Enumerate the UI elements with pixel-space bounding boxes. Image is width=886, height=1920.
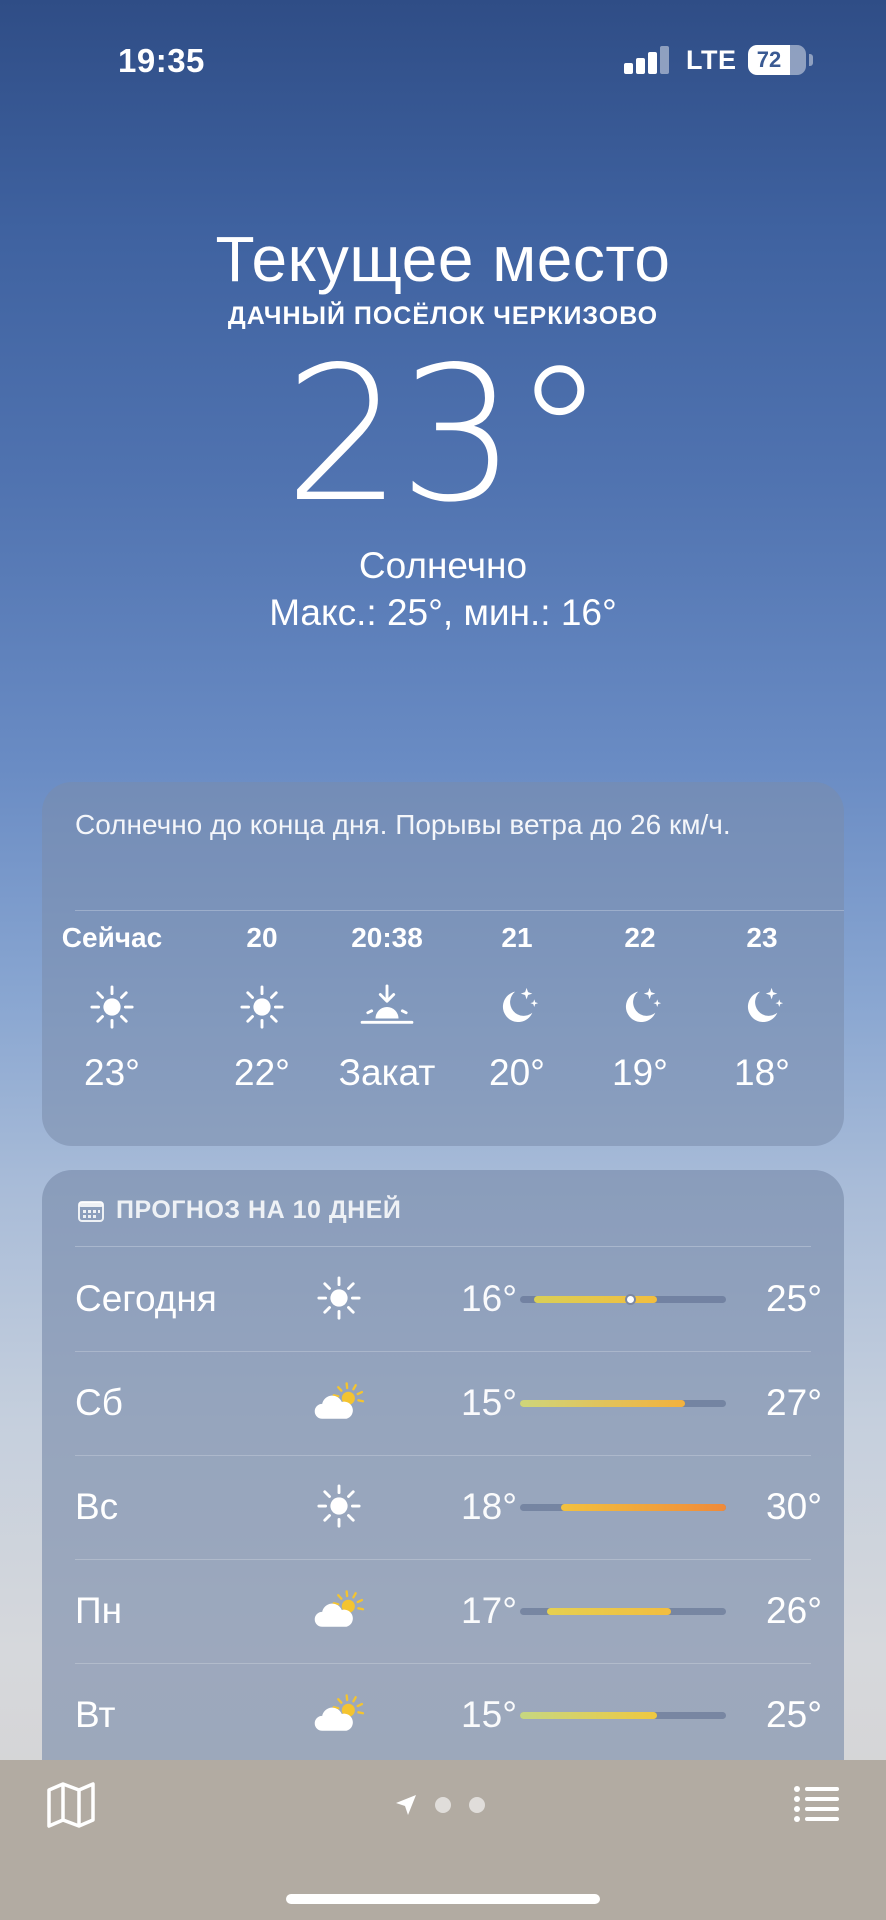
day-name: Вт [75, 1694, 116, 1735]
daily-divider [75, 1246, 811, 1247]
page-dot[interactable] [435, 1797, 451, 1813]
temp-range-bar [547, 1608, 672, 1615]
temp-range-track [520, 1294, 726, 1305]
daily-row[interactable]: Пн 17° 26° [42, 1560, 844, 1664]
day-max-temp: 30° [766, 1486, 822, 1527]
temp-range-track [520, 1400, 726, 1407]
sun-icon [307, 1476, 371, 1536]
moon-stars-icon [457, 972, 577, 1042]
hourly-time: Сейчас [61, 922, 163, 953]
temp-range-track [520, 1712, 726, 1719]
current-temperature: 23° [284, 326, 606, 543]
day-max-temp: 25° [766, 1278, 822, 1319]
network-type: LTE [686, 45, 737, 75]
day-name: Вс [75, 1486, 119, 1527]
hourly-item: Сейчас 23° [52, 922, 172, 1094]
cellular-signal-icon [624, 46, 670, 74]
battery-nub [809, 54, 813, 66]
sun-icon [307, 1268, 371, 1328]
partly-cloudy-icon [307, 1372, 371, 1432]
hourly-time: 22 [624, 922, 656, 953]
temp-range-bar [520, 1400, 685, 1407]
hourly-item: 20:38 Закат [327, 922, 447, 1094]
daily-row[interactable]: Вт 15° 25° [42, 1664, 844, 1760]
temp-range-bar [520, 1712, 658, 1719]
day-max-temp: 26° [766, 1590, 822, 1631]
map-icon[interactable] [46, 1782, 96, 1828]
hourly-forecast-card[interactable]: Солнечно до конца дня. Порывы ветра до 2… [42, 782, 844, 1146]
sunset-icon [327, 972, 447, 1042]
day-max-temp: 25° [766, 1694, 822, 1735]
battery-icon: 72 [748, 45, 806, 75]
temp-range-bar [561, 1504, 726, 1511]
day-name: Сегодня [75, 1278, 217, 1319]
status-time: 19:35 [118, 42, 205, 79]
temp-range-bar [533, 1296, 658, 1303]
hourly-time: 23 [746, 922, 778, 953]
daily-row[interactable]: Сегодня 16° 25° [42, 1248, 844, 1352]
page-dot[interactable] [469, 1797, 485, 1813]
current-condition: Солнечно [358, 545, 528, 586]
sun-icon [202, 972, 322, 1042]
hourly-divider [75, 910, 844, 911]
hourly-item: 21 20° [457, 922, 577, 1094]
current-temp-marker [624, 1294, 636, 1305]
hourly-time: 21 [501, 922, 533, 953]
daily-header-label: ПРОГНОЗ НА 10 ДНЕЙ [116, 1196, 402, 1224]
daily-row[interactable]: Сб 15° 27° [42, 1352, 844, 1456]
temp-range-track [520, 1608, 726, 1615]
status-bar: 19:35 LTE 72 [0, 0, 886, 120]
hourly-temp: 23° [84, 1052, 140, 1093]
hourly-item: 23 18° [702, 922, 822, 1094]
day-min-temp: 18° [461, 1486, 517, 1527]
hourly-temp: 20° [489, 1052, 545, 1093]
day-name: Сб [75, 1382, 123, 1423]
day-name: Пн [75, 1590, 123, 1631]
day-max-temp: 27° [766, 1382, 822, 1423]
home-indicator[interactable] [286, 1894, 600, 1904]
location-arrow-icon[interactable] [395, 1794, 417, 1816]
daily-header: ПРОГНОЗ НА 10 ДНЕЙ [78, 1196, 401, 1225]
day-min-temp: 16° [461, 1278, 517, 1319]
partly-cloudy-icon [307, 1684, 371, 1744]
daily-forecast-card[interactable]: ПРОГНОЗ НА 10 ДНЕЙ Сегодня 16° 25° Сб 15… [42, 1170, 844, 1760]
hourly-temp: 22° [234, 1052, 290, 1093]
day-min-temp: 17° [461, 1590, 517, 1631]
bottom-toolbar [0, 1760, 886, 1920]
hourly-time: 20 [246, 922, 278, 953]
hourly-item: 20 22° [202, 922, 322, 1094]
daily-row[interactable]: Вс 18° 30° [42, 1456, 844, 1560]
hourly-item: 22 19° [580, 922, 700, 1094]
hourly-temp: Закат [338, 1052, 436, 1093]
battery-percent: 72 [756, 47, 782, 72]
sun-icon [52, 972, 172, 1042]
page-indicator[interactable] [395, 1794, 485, 1816]
partly-cloudy-icon [307, 1580, 371, 1640]
moon-stars-icon [580, 972, 700, 1042]
calendar-icon [78, 1200, 104, 1222]
location-title: Текущее место [215, 223, 671, 295]
hourly-temp: 19° [612, 1052, 668, 1093]
moon-stars-icon [702, 972, 822, 1042]
hourly-temp: 18° [734, 1052, 790, 1093]
day-min-temp: 15° [461, 1382, 517, 1423]
temp-range-track [520, 1504, 726, 1511]
list-icon[interactable] [793, 1784, 839, 1824]
day-min-temp: 15° [461, 1694, 517, 1735]
hourly-summary: Солнечно до конца дня. Порывы ветра до 2… [75, 809, 731, 840]
current-minmax: Макс.: 25°, мин.: 16° [269, 592, 617, 633]
hourly-time: 20:38 [351, 922, 423, 953]
